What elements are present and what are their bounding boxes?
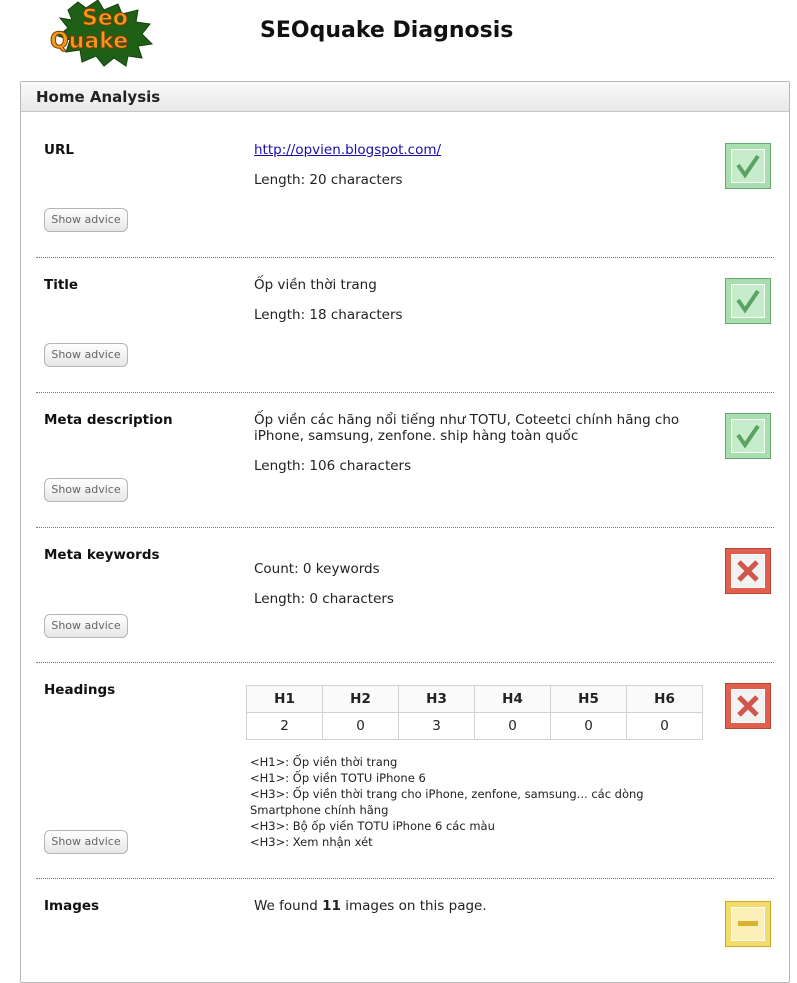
section-body: H1 H2 H3 H4 H5 H6 2 0 3 0 0 0 <H1>: Ốp v… xyxy=(246,685,704,850)
table-cell: 0 xyxy=(474,712,551,740)
show-advice-button[interactable]: Show advice xyxy=(44,343,128,367)
table-header-cell: H3 xyxy=(398,685,475,713)
panel-title: Home Analysis xyxy=(21,82,789,112)
list-item: <H3>: Xem nhận xét xyxy=(250,835,373,849)
section-label: Title xyxy=(44,277,79,293)
headings-header-row: H1 H2 H3 H4 H5 H6 xyxy=(246,685,703,713)
table-cell: 3 xyxy=(398,712,475,740)
section-body: Ốp viền thời trang Length: 18 characters xyxy=(254,277,704,323)
section-label: Meta keywords xyxy=(44,547,160,563)
table-header-cell: H5 xyxy=(550,685,627,713)
section-images: Images We found 11 images on this page. xyxy=(36,898,774,978)
headings-table: H1 H2 H3 H4 H5 H6 2 0 3 0 0 0 xyxy=(246,685,703,740)
table-header-cell: H1 xyxy=(246,685,323,713)
url-link[interactable]: http://opvien.blogspot.com/ xyxy=(254,142,441,158)
section-meta-keywords: Meta keywords Count: 0 keywords Length: … xyxy=(36,547,774,663)
warning-status-icon xyxy=(725,901,771,947)
table-header-cell: H6 xyxy=(626,685,703,713)
home-analysis-panel: Home Analysis URL http://opvien.blogspot… xyxy=(20,81,790,983)
pass-status-icon xyxy=(725,413,771,459)
section-label: Images xyxy=(44,898,100,914)
section-body: Count: 0 keywords Length: 0 characters xyxy=(254,561,704,607)
pass-status-icon xyxy=(725,278,771,324)
show-advice-button[interactable]: Show advice xyxy=(44,830,128,854)
section-body: We found 11 images on this page. xyxy=(254,898,704,914)
images-summary: We found 11 images on this page. xyxy=(254,898,487,914)
table-cell: 0 xyxy=(626,712,703,740)
section-headings: Headings H1 H2 H3 H4 H5 H6 2 0 3 0 0 0 <… xyxy=(36,682,774,879)
list-item: <H1>: Ốp viền thời trang xyxy=(250,755,398,769)
meta-description-length: Length: 106 characters xyxy=(254,458,412,474)
headings-count-row: 2 0 3 0 0 0 xyxy=(246,712,703,740)
fail-status-icon xyxy=(725,548,771,594)
title-value: Ốp viền thời trang xyxy=(254,277,377,293)
table-cell: 0 xyxy=(322,712,399,740)
pass-status-icon xyxy=(725,143,771,189)
fail-status-icon xyxy=(725,683,771,729)
list-item: <H1>: Ốp viền TOTU iPhone 6 xyxy=(250,771,426,785)
show-advice-button[interactable]: Show advice xyxy=(44,478,128,502)
title-length: Length: 18 characters xyxy=(254,307,403,323)
meta-keywords-count: Count: 0 keywords xyxy=(254,561,380,577)
table-cell: 2 xyxy=(246,712,323,740)
list-item: <H3>: Ốp viền thời trang cho iPhone, zen… xyxy=(250,787,644,817)
logo-text-quake: Quake xyxy=(50,29,128,54)
images-count: 11 xyxy=(322,898,341,914)
section-label: URL xyxy=(44,142,74,158)
url-length: Length: 20 characters xyxy=(254,172,403,188)
table-header-cell: H2 xyxy=(322,685,399,713)
section-meta-description: Meta description Ốp viền các hãng nổi ti… xyxy=(36,412,774,528)
table-cell: 0 xyxy=(550,712,627,740)
section-url: URL http://opvien.blogspot.com/ Length: … xyxy=(36,142,774,258)
logo-text-seo: Seo xyxy=(82,6,128,31)
meta-description-value: Ốp viền các hãng nổi tiếng như TOTU, Cot… xyxy=(254,412,680,444)
section-label: Meta description xyxy=(44,412,173,428)
table-header-cell: H4 xyxy=(474,685,551,713)
list-item: <H3>: Bộ ốp viền TOTU iPhone 6 các màu xyxy=(250,819,495,833)
section-body: http://opvien.blogspot.com/ Length: 20 c… xyxy=(254,142,704,188)
meta-keywords-length: Length: 0 characters xyxy=(254,591,394,607)
show-advice-button[interactable]: Show advice xyxy=(44,614,128,638)
show-advice-button[interactable]: Show advice xyxy=(44,208,128,232)
section-title: Title Ốp viền thời trang Length: 18 char… xyxy=(36,277,774,393)
section-label: Headings xyxy=(44,682,116,698)
headings-list: <H1>: Ốp viền thời trang <H1>: Ốp viền T… xyxy=(250,754,704,850)
page-title: SEOquake Diagnosis xyxy=(260,18,514,43)
seoquake-logo: Seo Quake xyxy=(38,0,168,68)
section-body: Ốp viền các hãng nổi tiếng như TOTU, Cot… xyxy=(254,412,704,474)
